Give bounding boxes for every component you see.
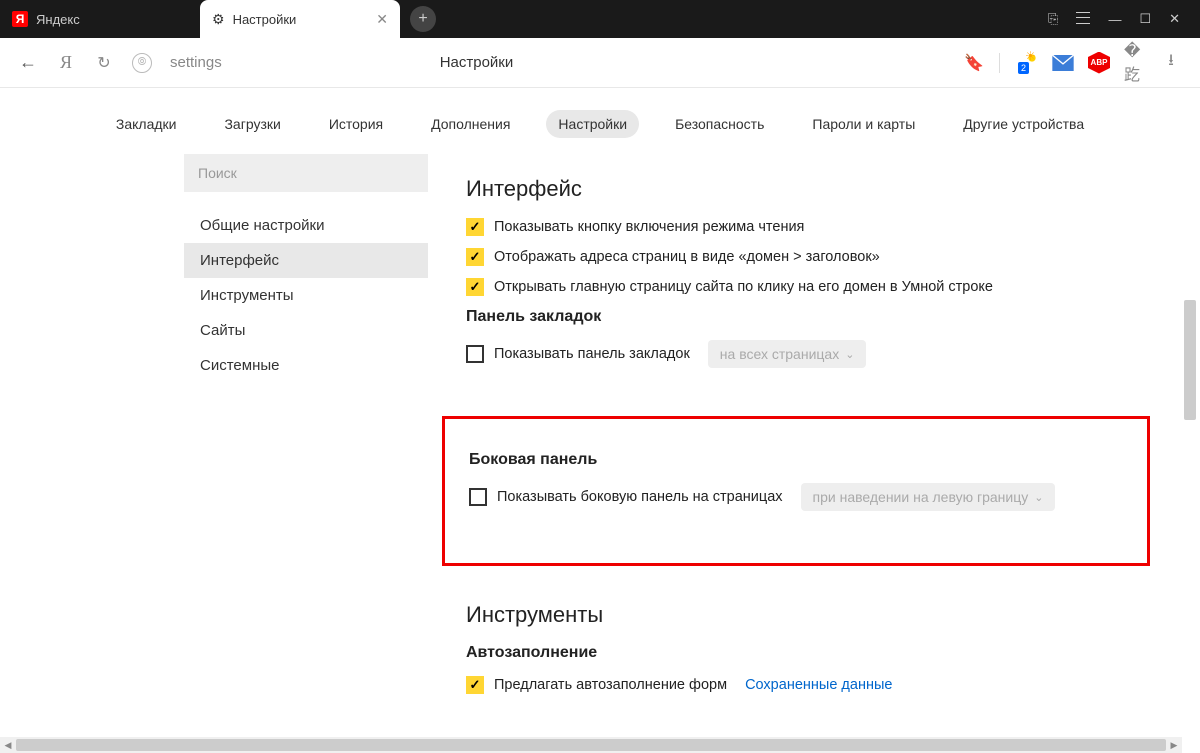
tab-bar: Я Яндекс ⚙ Настройки ✕ + ⎘ — ☐ ✕ bbox=[0, 0, 1200, 38]
address-bar: ← Я ↻ ⦾ settings Настройки 🔖 2 ABP �趷 ⭳ bbox=[0, 38, 1200, 88]
weather-badge: 2 bbox=[1018, 62, 1029, 74]
checkbox-sidepanel[interactable] bbox=[469, 488, 487, 506]
new-tab-button[interactable]: + bbox=[410, 6, 436, 32]
nav-downloads[interactable]: Загрузки bbox=[212, 110, 292, 138]
tab-settings[interactable]: ⚙ Настройки ✕ bbox=[200, 0, 400, 38]
option-label: Показывать боковую панель на страницах bbox=[497, 489, 783, 505]
vertical-scrollbar[interactable] bbox=[1182, 180, 1198, 735]
menu-icon[interactable] bbox=[1076, 12, 1090, 27]
settings-top-nav: Закладки Загрузки История Дополнения Нас… bbox=[0, 88, 1200, 154]
sidebar-item-tools[interactable]: Инструменты bbox=[184, 278, 428, 313]
section-tools: Инструменты Автозаполнение Предлагать ав… bbox=[442, 580, 1150, 714]
subsection-sidepanel: Боковая панель bbox=[469, 451, 1123, 469]
sidebar-item-general[interactable]: Общие настройки bbox=[184, 208, 428, 243]
sidebar-item-sites[interactable]: Сайты bbox=[184, 313, 428, 348]
minimize-button[interactable]: — bbox=[1108, 12, 1121, 27]
sidebar-nav: Общие настройки Интерфейс Инструменты Са… bbox=[184, 208, 428, 383]
window-controls: ⎘ — ☐ ✕ bbox=[1048, 11, 1200, 27]
option-show-sidepanel: Показывать боковую панель на страницах п… bbox=[469, 483, 1123, 511]
scroll-thumb-horizontal[interactable] bbox=[16, 739, 1166, 751]
checkbox-bookmarks[interactable] bbox=[466, 345, 484, 363]
extension-icons: 🔖 2 ABP �趷 ⭳ bbox=[963, 52, 1182, 74]
sidebar-item-interface[interactable]: Интерфейс bbox=[184, 243, 428, 278]
link-saved-data[interactable]: Сохраненные данные bbox=[745, 677, 892, 693]
option-show-bookmarks: Показывать панель закладок на всех стран… bbox=[466, 340, 1126, 368]
scroll-left-icon[interactable]: ◀ bbox=[0, 737, 16, 753]
extensions-icon[interactable]: �趷 bbox=[1124, 52, 1146, 74]
nav-devices[interactable]: Другие устройства bbox=[951, 110, 1096, 138]
option-autofill: Предлагать автозаполнение форм Сохраненн… bbox=[466, 676, 1126, 694]
adblock-icon[interactable]: ABP bbox=[1088, 52, 1110, 74]
select-sidepanel-trigger[interactable]: при наведении на левую границу bbox=[801, 483, 1056, 511]
option-label: Показывать панель закладок bbox=[494, 346, 690, 362]
yandex-home-icon[interactable]: Я bbox=[56, 52, 76, 73]
nav-addons[interactable]: Дополнения bbox=[419, 110, 522, 138]
option-smartline: Открывать главную страницу сайта по клик… bbox=[466, 278, 1126, 296]
reload-button[interactable]: ↻ bbox=[94, 53, 114, 73]
close-window-button[interactable]: ✕ bbox=[1169, 11, 1180, 27]
close-tab-icon[interactable]: ✕ bbox=[376, 11, 388, 28]
section-title: Интерфейс bbox=[466, 176, 1126, 202]
option-label: Открывать главную страницу сайта по клик… bbox=[494, 279, 993, 295]
site-info-icon[interactable]: ⦾ bbox=[132, 53, 152, 73]
select-bookmarks-scope[interactable]: на всех страницах bbox=[708, 340, 867, 368]
maximize-button[interactable]: ☐ bbox=[1139, 11, 1151, 27]
back-button[interactable]: ← bbox=[18, 52, 38, 73]
checkbox-reader[interactable] bbox=[466, 218, 484, 236]
settings-body: Общие настройки Интерфейс Инструменты Са… bbox=[0, 154, 1200, 714]
search-input[interactable] bbox=[184, 154, 428, 192]
viewport: Закладки Загрузки История Дополнения Нас… bbox=[0, 88, 1200, 753]
option-label: Показывать кнопку включения режима чтени… bbox=[494, 219, 804, 235]
subsection-bookmarks: Панель закладок bbox=[466, 308, 1126, 326]
checkbox-autofill[interactable] bbox=[466, 676, 484, 694]
nav-settings[interactable]: Настройки bbox=[546, 110, 639, 138]
checkbox-smartline[interactable] bbox=[466, 278, 484, 296]
tab-label: Яндекс bbox=[36, 12, 80, 27]
sidebar-item-system[interactable]: Системные bbox=[184, 348, 428, 383]
bookmark-outline-icon[interactable]: ⎘ bbox=[1048, 11, 1058, 27]
option-label: Предлагать автозаполнение форм bbox=[494, 677, 727, 693]
nav-history[interactable]: История bbox=[317, 110, 395, 138]
divider bbox=[999, 53, 1000, 73]
bookmark-icon[interactable]: 🔖 bbox=[963, 52, 985, 74]
weather-icon[interactable]: 2 bbox=[1014, 52, 1038, 74]
option-reader-mode: Показывать кнопку включения режима чтени… bbox=[466, 218, 1126, 236]
section-interface: Интерфейс Показывать кнопку включения ре… bbox=[442, 154, 1150, 402]
tab-label: Настройки bbox=[233, 12, 297, 27]
settings-sidebar: Общие настройки Интерфейс Инструменты Са… bbox=[184, 154, 428, 714]
option-label: Отображать адреса страниц в виде «домен … bbox=[494, 249, 880, 265]
nav-security[interactable]: Безопасность bbox=[663, 110, 776, 138]
checkbox-domain[interactable] bbox=[466, 248, 484, 266]
url-display[interactable]: settings bbox=[170, 54, 222, 71]
mail-icon[interactable] bbox=[1052, 52, 1074, 74]
nav-bookmarks[interactable]: Закладки bbox=[104, 110, 189, 138]
subsection-autofill: Автозаполнение bbox=[466, 644, 1126, 662]
page-title: Настройки bbox=[440, 54, 514, 71]
section-title: Инструменты bbox=[466, 602, 1126, 628]
section-sidepanel: Боковая панель Показывать боковую панель… bbox=[442, 416, 1150, 566]
nav-passwords[interactable]: Пароли и карты bbox=[800, 110, 927, 138]
horizontal-scrollbar[interactable]: ◀ ▶ bbox=[0, 737, 1182, 753]
gear-icon: ⚙ bbox=[212, 11, 225, 28]
scroll-thumb-vertical[interactable] bbox=[1184, 300, 1196, 420]
yandex-logo-icon: Я bbox=[12, 11, 28, 27]
tab-yandex[interactable]: Я Яндекс bbox=[0, 0, 200, 38]
scroll-right-icon[interactable]: ▶ bbox=[1166, 737, 1182, 753]
option-domain-title: Отображать адреса страниц в виде «домен … bbox=[466, 248, 1126, 266]
settings-main: Интерфейс Показывать кнопку включения ре… bbox=[442, 154, 1158, 714]
downloads-icon[interactable]: ⭳ bbox=[1160, 52, 1182, 74]
